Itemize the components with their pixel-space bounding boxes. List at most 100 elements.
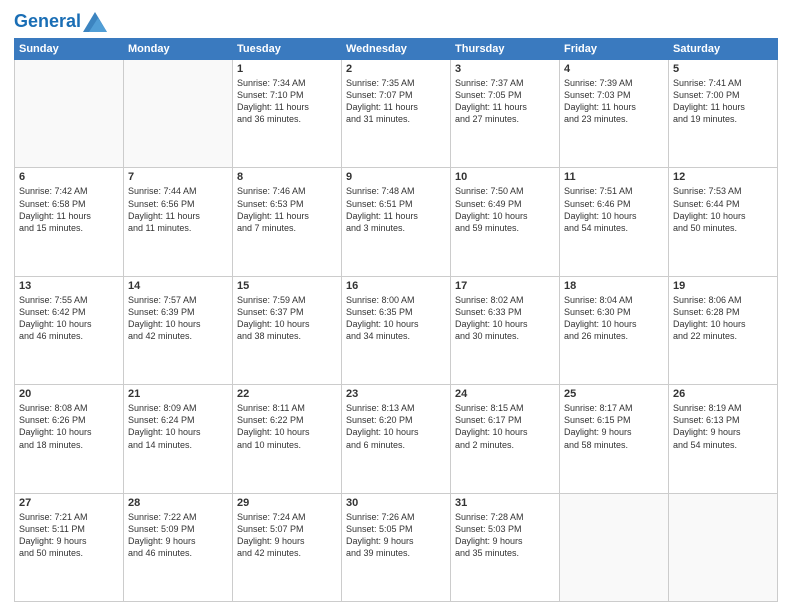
day-number: 8 <box>237 171 337 183</box>
day-info: Sunrise: 8:02 AM Sunset: 6:33 PM Dayligh… <box>455 294 555 343</box>
calendar-week-row: 20Sunrise: 8:08 AM Sunset: 6:26 PM Dayli… <box>15 385 778 493</box>
calendar-cell: 13 Sunrise: 7:55 AM Sunset: 6:42 PM Dayli… <box>15 276 124 384</box>
calendar-cell: 19 Sunrise: 8:06 AM Sunset: 6:28 PM Dayli… <box>669 276 778 384</box>
day-info: Sunrise: 7:37 AM Sunset: 7:05 PM Dayligh… <box>455 77 555 126</box>
calendar-cell: 31Sunrise: 7:28 AM Sunset: 5:03 PM Dayli… <box>451 493 560 601</box>
calendar-cell <box>669 493 778 601</box>
day-info: Sunrise: 7:41 AM Sunset: 7:00 PM Dayligh… <box>673 77 773 126</box>
day-info: Sunrise: 7:21 AM Sunset: 5:11 PM Dayligh… <box>19 511 119 560</box>
calendar-header-cell: Friday <box>560 39 669 60</box>
calendar-cell: 16 Sunrise: 8:00 AM Sunset: 6:35 PM Dayli… <box>342 276 451 384</box>
day-info: Sunrise: 7:57 AM Sunset: 6:39 PM Dayligh… <box>128 294 228 343</box>
day-info: Sunrise: 7:22 AM Sunset: 5:09 PM Dayligh… <box>128 511 228 560</box>
day-info: Sunrise: 7:59 AM Sunset: 6:37 PM Dayligh… <box>237 294 337 343</box>
day-number: 7 <box>128 171 228 183</box>
day-info: Sunrise: 8:15 AM Sunset: 6:17 PM Dayligh… <box>455 402 555 451</box>
day-number: 14 <box>128 280 228 292</box>
day-number: 22 <box>237 388 337 400</box>
calendar-cell: 27 Sunrise: 7:21 AM Sunset: 5:11 PM Dayli… <box>15 493 124 601</box>
day-number: 26 <box>673 388 773 400</box>
calendar-cell: 4Sunrise: 7:39 AM Sunset: 7:03 PM Daylig… <box>560 60 669 168</box>
day-number: 12 <box>673 171 773 183</box>
calendar-cell: 30Sunrise: 7:26 AM Sunset: 5:05 PM Dayli… <box>342 493 451 601</box>
calendar-week-row: 13 Sunrise: 7:55 AM Sunset: 6:42 PM Dayli… <box>15 276 778 384</box>
calendar-cell: 3 Sunrise: 7:37 AM Sunset: 7:05 PM Daylig… <box>451 60 560 168</box>
calendar-cell: 28 Sunrise: 7:22 AM Sunset: 5:09 PM Dayli… <box>124 493 233 601</box>
day-info: Sunrise: 8:17 AM Sunset: 6:15 PM Dayligh… <box>564 402 664 451</box>
logo: General <box>14 12 107 32</box>
day-info: Sunrise: 8:13 AM Sunset: 6:20 PM Dayligh… <box>346 402 446 451</box>
calendar-header-cell: Wednesday <box>342 39 451 60</box>
calendar-cell <box>560 493 669 601</box>
day-info: Sunrise: 8:19 AM Sunset: 6:13 PM Dayligh… <box>673 402 773 451</box>
day-number: 30 <box>346 497 446 509</box>
logo-text: General <box>14 12 81 32</box>
day-number: 20 <box>19 388 119 400</box>
calendar-cell: 25 Sunrise: 8:17 AM Sunset: 6:15 PM Dayli… <box>560 385 669 493</box>
calendar-week-row: 6 Sunrise: 7:42 AM Sunset: 6:58 PM Daylig… <box>15 168 778 276</box>
day-number: 19 <box>673 280 773 292</box>
day-number: 16 <box>346 280 446 292</box>
day-info: Sunrise: 7:34 AM Sunset: 7:10 PM Dayligh… <box>237 77 337 126</box>
day-number: 1 <box>237 63 337 75</box>
day-info: Sunrise: 7:51 AM Sunset: 6:46 PM Dayligh… <box>564 185 664 234</box>
day-info: Sunrise: 8:11 AM Sunset: 6:22 PM Dayligh… <box>237 402 337 451</box>
day-info: Sunrise: 7:55 AM Sunset: 6:42 PM Dayligh… <box>19 294 119 343</box>
calendar-cell: 11 Sunrise: 7:51 AM Sunset: 6:46 PM Dayli… <box>560 168 669 276</box>
day-info: Sunrise: 7:48 AM Sunset: 6:51 PM Dayligh… <box>346 185 446 234</box>
day-number: 18 <box>564 280 664 292</box>
calendar-header-cell: Tuesday <box>233 39 342 60</box>
day-info: Sunrise: 7:24 AM Sunset: 5:07 PM Dayligh… <box>237 511 337 560</box>
day-number: 17 <box>455 280 555 292</box>
day-info: Sunrise: 8:09 AM Sunset: 6:24 PM Dayligh… <box>128 402 228 451</box>
calendar-cell: 12Sunrise: 7:53 AM Sunset: 6:44 PM Dayli… <box>669 168 778 276</box>
calendar-header-cell: Saturday <box>669 39 778 60</box>
day-number: 3 <box>455 63 555 75</box>
day-number: 2 <box>346 63 446 75</box>
day-number: 25 <box>564 388 664 400</box>
calendar-cell: 18Sunrise: 8:04 AM Sunset: 6:30 PM Dayli… <box>560 276 669 384</box>
calendar-cell: 20Sunrise: 8:08 AM Sunset: 6:26 PM Dayli… <box>15 385 124 493</box>
day-number: 10 <box>455 171 555 183</box>
calendar-cell: 5 Sunrise: 7:41 AM Sunset: 7:00 PM Daylig… <box>669 60 778 168</box>
header: General <box>14 12 778 32</box>
calendar-cell <box>124 60 233 168</box>
day-number: 11 <box>564 171 664 183</box>
day-info: Sunrise: 8:00 AM Sunset: 6:35 PM Dayligh… <box>346 294 446 343</box>
calendar-cell: 2 Sunrise: 7:35 AM Sunset: 7:07 PM Daylig… <box>342 60 451 168</box>
day-info: Sunrise: 7:44 AM Sunset: 6:56 PM Dayligh… <box>128 185 228 234</box>
calendar-header-row: SundayMondayTuesdayWednesdayThursdayFrid… <box>15 39 778 60</box>
day-number: 24 <box>455 388 555 400</box>
calendar-cell: 10 Sunrise: 7:50 AM Sunset: 6:49 PM Dayli… <box>451 168 560 276</box>
day-number: 13 <box>19 280 119 292</box>
calendar-header-cell: Sunday <box>15 39 124 60</box>
calendar-cell: 14 Sunrise: 7:57 AM Sunset: 6:39 PM Dayli… <box>124 276 233 384</box>
day-number: 15 <box>237 280 337 292</box>
day-number: 27 <box>19 497 119 509</box>
calendar-cell: 21Sunrise: 8:09 AM Sunset: 6:24 PM Dayli… <box>124 385 233 493</box>
calendar-cell: 1 Sunrise: 7:34 AM Sunset: 7:10 PM Daylig… <box>233 60 342 168</box>
day-info: Sunrise: 8:06 AM Sunset: 6:28 PM Dayligh… <box>673 294 773 343</box>
calendar-cell: 9Sunrise: 7:48 AM Sunset: 6:51 PM Daylig… <box>342 168 451 276</box>
day-info: Sunrise: 7:35 AM Sunset: 7:07 PM Dayligh… <box>346 77 446 126</box>
calendar-cell: 22 Sunrise: 8:11 AM Sunset: 6:22 PM Dayli… <box>233 385 342 493</box>
calendar-cell: 24 Sunrise: 8:15 AM Sunset: 6:17 PM Dayli… <box>451 385 560 493</box>
day-info: Sunrise: 7:42 AM Sunset: 6:58 PM Dayligh… <box>19 185 119 234</box>
calendar-body: 1 Sunrise: 7:34 AM Sunset: 7:10 PM Daylig… <box>15 60 778 602</box>
calendar-header-cell: Thursday <box>451 39 560 60</box>
day-number: 28 <box>128 497 228 509</box>
calendar-cell: 29 Sunrise: 7:24 AM Sunset: 5:07 PM Dayli… <box>233 493 342 601</box>
day-number: 6 <box>19 171 119 183</box>
day-info: Sunrise: 7:50 AM Sunset: 6:49 PM Dayligh… <box>455 185 555 234</box>
calendar-table: SundayMondayTuesdayWednesdayThursdayFrid… <box>14 38 778 602</box>
calendar-cell <box>15 60 124 168</box>
day-info: Sunrise: 7:46 AM Sunset: 6:53 PM Dayligh… <box>237 185 337 234</box>
calendar-week-row: 1 Sunrise: 7:34 AM Sunset: 7:10 PM Daylig… <box>15 60 778 168</box>
day-number: 5 <box>673 63 773 75</box>
calendar-cell: 6 Sunrise: 7:42 AM Sunset: 6:58 PM Daylig… <box>15 168 124 276</box>
calendar-cell: 17 Sunrise: 8:02 AM Sunset: 6:33 PM Dayli… <box>451 276 560 384</box>
day-number: 29 <box>237 497 337 509</box>
page: General SundayMondayTuesdayWednesdayThur… <box>0 0 792 612</box>
calendar-week-row: 27 Sunrise: 7:21 AM Sunset: 5:11 PM Dayli… <box>15 493 778 601</box>
day-info: Sunrise: 7:39 AM Sunset: 7:03 PM Dayligh… <box>564 77 664 126</box>
